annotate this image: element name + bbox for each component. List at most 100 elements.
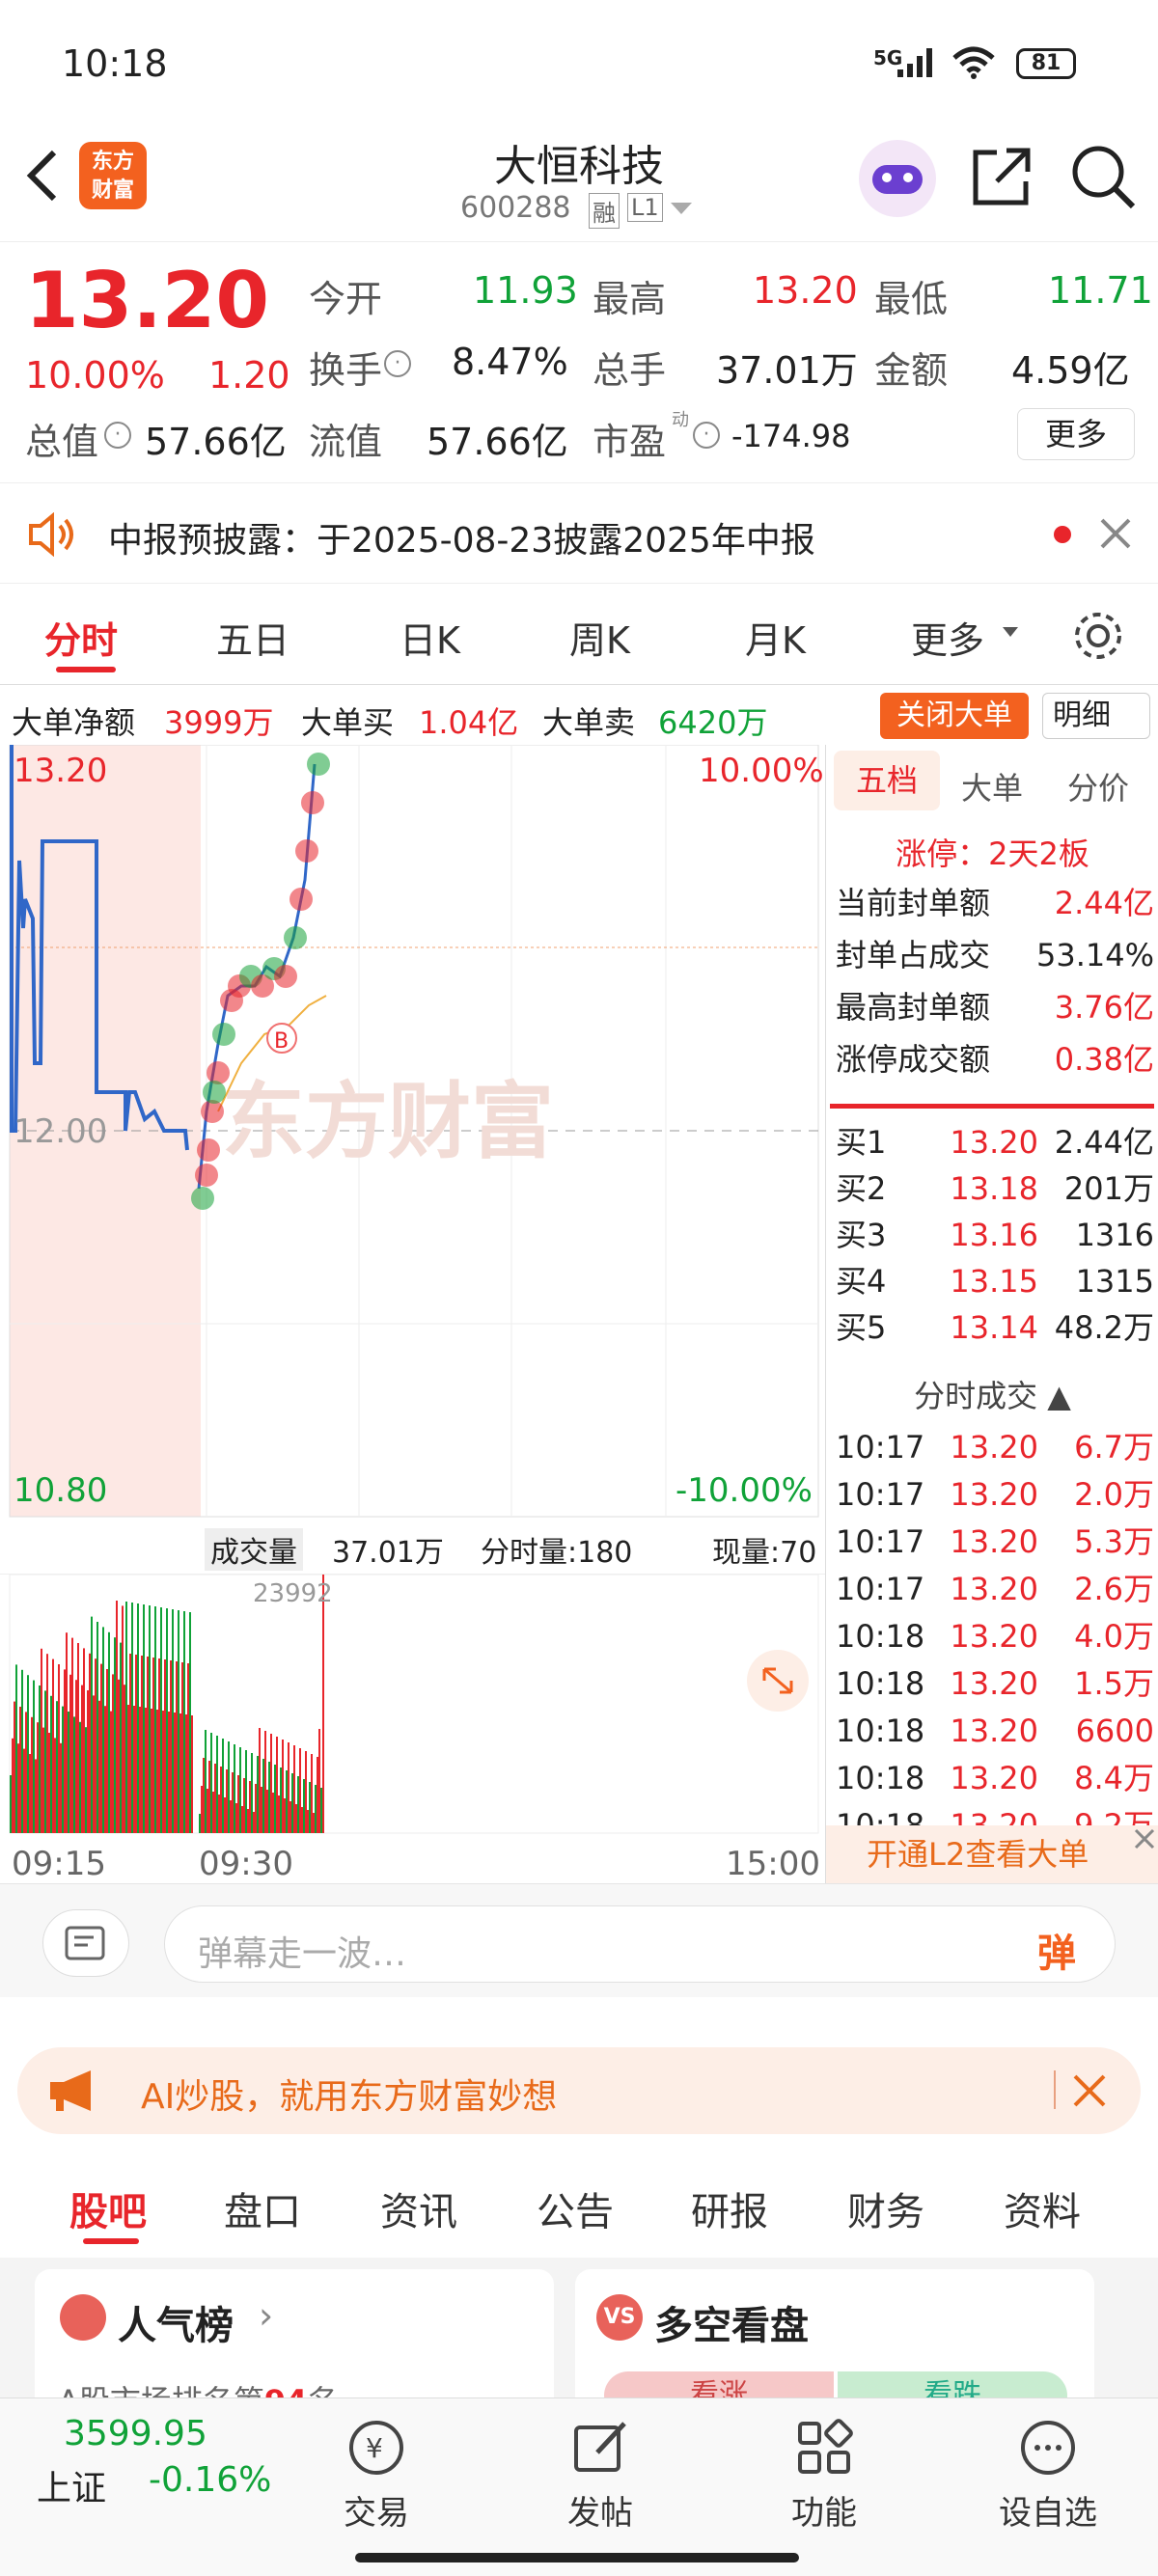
popularity-card[interactable]: 人气榜 › A股市场排名第94名 — [35, 2269, 554, 2420]
tab-weekly-k[interactable]: 周K — [569, 611, 630, 664]
l2-upgrade-banner[interactable]: 开通L2查看大单 — [826, 1825, 1158, 1883]
tab-five-day[interactable]: 五日 — [216, 611, 290, 664]
tab-forum[interactable]: 股吧 — [69, 2180, 147, 2236]
tab-intraday[interactable]: 分时 — [44, 611, 118, 664]
volume-bar — [168, 1712, 170, 1833]
tab-research[interactable]: 研报 — [691, 2180, 768, 2236]
info-icon[interactable]: · — [693, 422, 720, 449]
volume-bar — [320, 1788, 322, 1833]
volume-bar — [42, 1727, 44, 1833]
danmu-input[interactable]: 弹幕走一波… 弹 — [164, 1905, 1116, 1983]
tab-news[interactable]: 资讯 — [380, 2180, 457, 2236]
index-ticker[interactable]: 3599.95 上证 -0.16% — [37, 2414, 271, 2530]
ticks-title[interactable]: 分时成交 ▲ — [826, 1372, 1158, 1416]
volume-bar — [81, 1685, 83, 1833]
chart-tabs: 分时 五日 日K 周K 月K 更多 — [0, 584, 1158, 685]
ai-assistant-icon[interactable] — [859, 140, 936, 217]
now-volume: 现量:70 — [712, 1536, 817, 1570]
volume-bar — [210, 1733, 212, 1833]
volume-bar — [243, 1778, 245, 1833]
volume-bar — [135, 1655, 137, 1833]
tab-price-dist[interactable]: 分价 — [1067, 764, 1129, 808]
quote-panel: 13.20 10.00% 1.20 今开 11.93 最高 13.20 最低 1… — [0, 241, 1158, 482]
volume-bar — [100, 1663, 102, 1833]
close-icon[interactable] — [1133, 1827, 1156, 1850]
nav-trade-label: 交易 — [344, 2494, 409, 2533]
tick-price: 13.20 — [950, 1429, 1038, 1466]
bid-price: 13.15 — [950, 1263, 1038, 1300]
b-marker-label: B — [274, 1029, 289, 1054]
edit-icon — [574, 2422, 626, 2472]
volume-bar — [218, 1795, 220, 1833]
notice-bar[interactable]: 中报预披露：于2025-08-23披露2025年中报 — [0, 482, 1158, 584]
tick-time: 10:18 — [836, 1760, 925, 1796]
gear-icon[interactable] — [1071, 609, 1125, 663]
vs-icon: VS — [596, 2294, 643, 2341]
tab-finance[interactable]: 财务 — [847, 2180, 924, 2236]
nav-post[interactable]: 发帖 — [533, 2418, 668, 2534]
volume-bar — [151, 1709, 152, 1833]
tick-time: 10:17 — [836, 1429, 925, 1466]
bid-row: 买2 13.18 201万 — [836, 1165, 1154, 1212]
unread-dot — [1054, 526, 1071, 543]
detail-button[interactable]: 明细 — [1042, 693, 1150, 739]
mktcap-label: 总值 — [25, 421, 99, 463]
tab-more[interactable]: 更多 — [911, 611, 984, 664]
volume-bar — [139, 1707, 141, 1833]
volume-value: 37.01万 — [716, 349, 858, 392]
nav-add-watchlist-label: 设自选 — [999, 2494, 1097, 2533]
volume-bar — [322, 1575, 324, 1833]
nav-trade[interactable]: ¥ 交易 — [309, 2418, 444, 2534]
tick-time: 10:17 — [836, 1523, 925, 1560]
tab-profile[interactable]: 资料 — [1004, 2180, 1081, 2236]
tab-market[interactable]: 盘口 — [224, 2180, 301, 2236]
tab-five-levels[interactable]: 五档 — [834, 751, 940, 810]
info-icon[interactable]: · — [384, 350, 411, 377]
volume-bar — [220, 1767, 222, 1833]
tab-monthly-k[interactable]: 月K — [745, 611, 806, 664]
volume-bar — [295, 1804, 297, 1833]
danmu-toggle[interactable]: 弹 — [1037, 1922, 1076, 1978]
volume-bar — [120, 1642, 122, 1833]
volume-bar — [309, 1782, 311, 1833]
volume-max-label: 23992 — [253, 1579, 333, 1608]
tab-big-order[interactable]: 大单 — [961, 764, 1023, 808]
volume-bar — [259, 1728, 261, 1833]
open-value: 11.93 — [473, 269, 578, 312]
bull-bear-card[interactable]: VS 多空看盘 看涨 看跌 — [575, 2269, 1094, 2420]
tick-volume: 5.3万 — [1074, 1523, 1154, 1560]
volume-bar — [98, 1700, 100, 1833]
close-big-order-button[interactable]: 关闭大单 — [880, 693, 1029, 739]
nav-functions[interactable]: 功能 — [757, 2418, 892, 2534]
share-icon[interactable] — [968, 143, 1035, 210]
search-icon[interactable] — [1069, 143, 1137, 210]
volume-bar — [91, 1616, 93, 1833]
close-icon[interactable] — [1098, 516, 1133, 551]
close-icon[interactable] — [1071, 2072, 1108, 2109]
volume-bar — [268, 1762, 270, 1833]
tick-row: 10:18 13.20 4.0万 — [836, 1613, 1154, 1659]
volume-bar — [110, 1711, 112, 1833]
chevron-down-icon[interactable] — [669, 201, 694, 216]
more-button[interactable]: 更多 — [1017, 408, 1135, 460]
tab-announcements[interactable]: 公告 — [537, 2180, 614, 2236]
volume-selector[interactable]: 成交量 — [205, 1528, 303, 1571]
tab-daily-k[interactable]: 日K — [400, 611, 460, 664]
bid-price: 13.20 — [950, 1124, 1038, 1161]
volume-bar — [276, 1737, 278, 1833]
abs-change: 1.20 — [208, 354, 290, 397]
max-seal-value: 3.76亿 — [1054, 989, 1154, 1026]
info-icon[interactable]: · — [104, 422, 131, 449]
bid-volume: 1315 — [1075, 1263, 1154, 1300]
mktcap-value: 57.66亿 — [145, 421, 287, 463]
danmu-list-button[interactable] — [42, 1909, 129, 1977]
bid-row: 买4 13.15 1315 — [836, 1258, 1154, 1304]
intraday-chart[interactable]: 东方财富 B 13.20 12.00 10.80 10.00% -10.00% … — [0, 745, 825, 1883]
nav-add-watchlist[interactable]: 设自选 — [980, 2418, 1116, 2534]
ai-banner[interactable]: AI炒股，就用东方财富妙想 — [17, 2047, 1141, 2134]
tick-price: 13.20 — [950, 1571, 1038, 1607]
bid-volume: 201万 — [1063, 1170, 1154, 1207]
volume-bar — [241, 1806, 243, 1833]
turnover-value: 8.47% — [452, 341, 568, 383]
megaphone-icon — [50, 2070, 91, 2111]
